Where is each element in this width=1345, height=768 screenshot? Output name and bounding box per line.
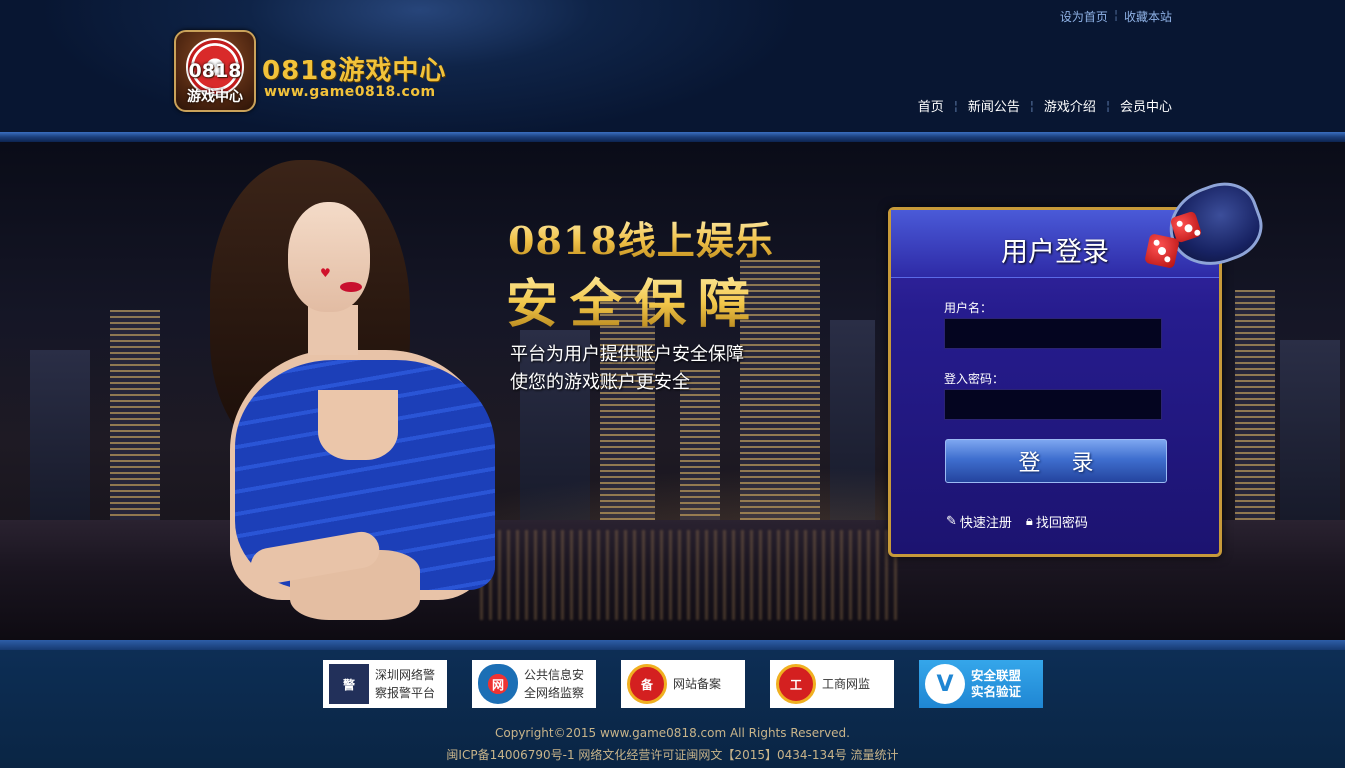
badge-site-record[interactable]: 备 网站备案 bbox=[621, 660, 745, 708]
recover-password-link[interactable]: 🔒︎ 找回密码 bbox=[1026, 512, 1088, 531]
divider: ¦ bbox=[1029, 98, 1034, 113]
badge-text: 安全联盟 实名验证 bbox=[971, 668, 1021, 700]
badge-line: 深圳网络警 bbox=[375, 668, 436, 682]
login-links: ✎ 快速注册 🔒︎ 找回密码 bbox=[946, 512, 1088, 531]
username-input[interactable] bbox=[944, 318, 1162, 349]
login-panel: 用户登录 用户名： 登入密码： 登 录 ✎ 快速注册 🔒︎ 找回密码 bbox=[888, 172, 1272, 557]
badge-police[interactable]: 警 深圳网络警 察报警平台 bbox=[323, 660, 447, 708]
badge-text: 网站备案 bbox=[673, 675, 721, 693]
nav-news[interactable]: 新闻公告 bbox=[968, 96, 1020, 115]
badge-text: 公共信息安 全网络监察 bbox=[524, 666, 584, 702]
bookmark-link[interactable]: 收藏本站 bbox=[1124, 8, 1172, 25]
banner-divider-bar bbox=[0, 640, 1345, 650]
set-homepage-link[interactable]: 设为首页 bbox=[1060, 8, 1108, 25]
record-seal-icon: 备 bbox=[627, 664, 667, 704]
nav-members[interactable]: 会员中心 bbox=[1120, 96, 1172, 115]
model-face bbox=[288, 202, 370, 312]
police-icon: 警 bbox=[329, 664, 369, 704]
dice-icon bbox=[1144, 233, 1180, 269]
header-divider-bar bbox=[0, 132, 1345, 142]
badge-text: 工商网监 bbox=[822, 675, 870, 693]
badge-line: 网站备案 bbox=[673, 677, 722, 691]
badge-line: 实名验证 bbox=[971, 684, 1022, 699]
register-label: 快速注册 bbox=[959, 516, 1012, 531]
copyright-text: Copyright©2015 www.game0818.com All Righ… bbox=[494, 726, 850, 740]
site-footer: 警 深圳网络警 察报警平台 网 公共信息安 全网络监察 备 网站备案 工 工商网… bbox=[0, 650, 1345, 768]
verify-v-icon: V bbox=[925, 664, 965, 704]
badge-line: 工商网监 bbox=[822, 677, 871, 691]
badge-commerce[interactable]: 工 工商网监 bbox=[770, 660, 894, 708]
lock-icon: 🔒︎ bbox=[1025, 514, 1033, 529]
divider: ¦ bbox=[953, 98, 958, 113]
divider: ¦ bbox=[1113, 8, 1118, 22]
model-figure: ♥ bbox=[190, 160, 510, 640]
logo-number: 0818 bbox=[188, 60, 242, 82]
site-header: 设为首页 ¦ 收藏本站 0818 游戏中心 0818游戏中心 www.game0… bbox=[0, 0, 1345, 136]
password-label: 登入密码： bbox=[944, 372, 1005, 386]
model-neck bbox=[308, 305, 358, 355]
badge-line: 安全联盟 bbox=[971, 668, 1022, 683]
model-lips bbox=[340, 282, 362, 292]
top-links: 设为首页 ¦ 收藏本站 bbox=[1060, 8, 1172, 25]
nav-games[interactable]: 游戏介绍 bbox=[1044, 96, 1096, 115]
logo-badge[interactable]: 0818 游戏中心 bbox=[174, 30, 256, 112]
banner-subtitle-1: 平台为用户提供账户安全保障 bbox=[510, 344, 744, 365]
shield-icon: 网 bbox=[478, 664, 518, 704]
commerce-seal-icon: 工 bbox=[776, 664, 816, 704]
headline-secondary: 安全保障 bbox=[506, 262, 762, 337]
main-nav: 首页 ¦ 新闻公告 ¦ 游戏介绍 ¦ 会员中心 bbox=[918, 96, 1172, 116]
model-chest bbox=[318, 390, 398, 460]
banner-subtitle-2: 使您的游戏账户更安全 bbox=[510, 372, 690, 393]
brand-url: www.game0818.com bbox=[264, 84, 436, 100]
heart-icon: ♥ bbox=[320, 266, 331, 280]
badge-line: 公共信息安 bbox=[524, 668, 585, 682]
login-button[interactable]: 登 录 bbox=[945, 439, 1167, 483]
register-link[interactable]: ✎ 快速注册 bbox=[946, 512, 1012, 531]
icp-license-text: 闽ICP备14006790号-1 网络文化经营许可证闽网文【2015】0434-… bbox=[446, 748, 899, 762]
badge-info-security[interactable]: 网 公共信息安 全网络监察 bbox=[472, 660, 596, 708]
badge-text: 深圳网络警 察报警平台 bbox=[375, 666, 435, 702]
recover-label: 找回密码 bbox=[1035, 516, 1088, 531]
badge-line: 察报警平台 bbox=[375, 686, 436, 700]
headline-primary: 0818线上娱乐 bbox=[508, 210, 774, 265]
trust-badges: 警 深圳网络警 察报警平台 网 公共信息安 全网络监察 备 网站备案 工 工商网… bbox=[323, 660, 1043, 708]
divider: ¦ bbox=[1105, 98, 1110, 113]
water-reflection bbox=[480, 530, 900, 620]
badge-verify[interactable]: V 安全联盟 实名验证 bbox=[919, 660, 1043, 708]
edit-icon: ✎ bbox=[946, 514, 957, 529]
nav-home[interactable]: 首页 bbox=[918, 96, 944, 115]
brand-title: 0818游戏中心 bbox=[262, 56, 447, 86]
username-label: 用户名： bbox=[944, 301, 993, 315]
badge-line: 全网络监察 bbox=[524, 686, 585, 700]
logo-caption: 游戏中心 bbox=[187, 89, 243, 105]
password-input[interactable] bbox=[944, 389, 1162, 420]
